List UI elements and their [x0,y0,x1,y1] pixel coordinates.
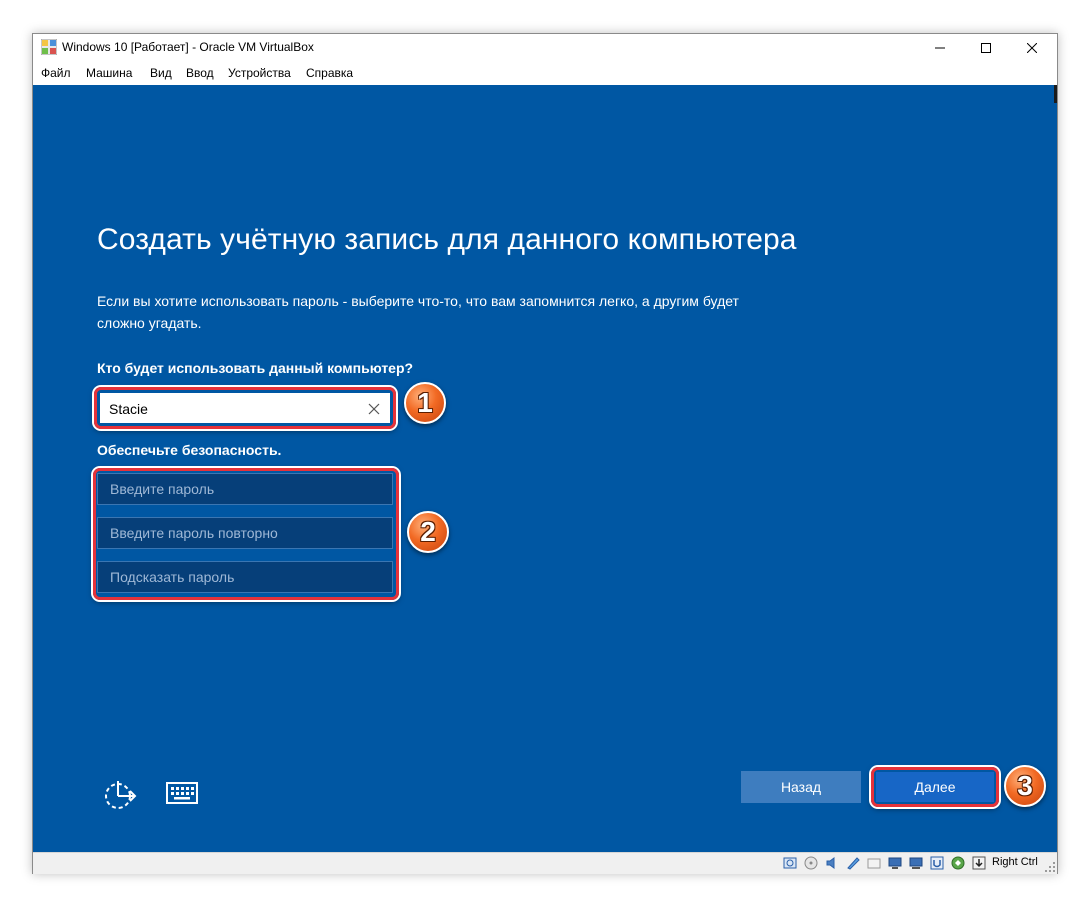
menu-view[interactable]: Вид [150,66,172,80]
highlight-password-fields [93,468,399,600]
highlight-username [94,387,396,429]
optical-disk-icon[interactable] [804,856,818,870]
close-icon [1027,43,1037,53]
minimize-icon [935,47,945,49]
menu-machine[interactable]: Машина [86,66,132,80]
title-bar[interactable]: Windows 10 [Работает] - Oracle VM Virtua… [33,34,1057,62]
ease-of-access-icon[interactable] [103,777,137,811]
step-badge-2: 2 [407,511,449,553]
hard-disk-icon[interactable] [783,856,797,870]
menu-file[interactable]: Файл [41,66,71,80]
page-title: Создать учётную запись для данного компь… [97,223,797,256]
vm-screen[interactable]: Создать учётную запись для данного компь… [33,85,1057,852]
virtualbox-icon [41,39,57,55]
host-key-label: Right Ctrl [992,856,1038,868]
minimize-button[interactable] [917,34,963,62]
virtualbox-window: Windows 10 [Работает] - Oracle VM Virtua… [32,33,1058,874]
menu-input[interactable]: Ввод [186,66,214,80]
status-bar: Right Ctrl [33,852,1057,874]
usb-icon[interactable] [867,856,881,870]
back-button[interactable]: Назад [741,771,861,803]
window-title: Windows 10 [Работает] - Oracle VM Virtua… [62,40,314,54]
menu-bar: Файл Машина Вид Ввод Устройства Справка [33,63,1057,84]
keyboard-icon[interactable] [166,782,198,804]
highlight-next-button [871,767,999,807]
security-label: Обеспечьте безопасность. [97,442,282,458]
menu-devices[interactable]: Устройства [228,66,291,80]
audio-icon[interactable] [825,856,839,870]
network-icon[interactable] [846,856,860,870]
display-icon[interactable] [909,856,923,870]
mouse-integration-icon[interactable] [972,856,986,870]
resize-grip-icon[interactable] [1045,862,1055,872]
screen-edge-marker [1054,85,1057,103]
step-badge-1: 1 [404,382,446,424]
maximize-button[interactable] [963,34,1009,62]
close-button[interactable] [1009,34,1055,62]
video-capture-icon[interactable] [930,856,944,870]
step-badge-3: 3 [1004,765,1046,807]
username-question-label: Кто будет использовать данный компьютер? [97,360,414,376]
page-description: Если вы хотите использовать пароль - выб… [97,293,739,331]
shared-folders-icon[interactable] [888,856,902,870]
maximize-icon [981,43,991,53]
vrde-icon[interactable] [951,856,965,870]
menu-help[interactable]: Справка [306,66,353,80]
